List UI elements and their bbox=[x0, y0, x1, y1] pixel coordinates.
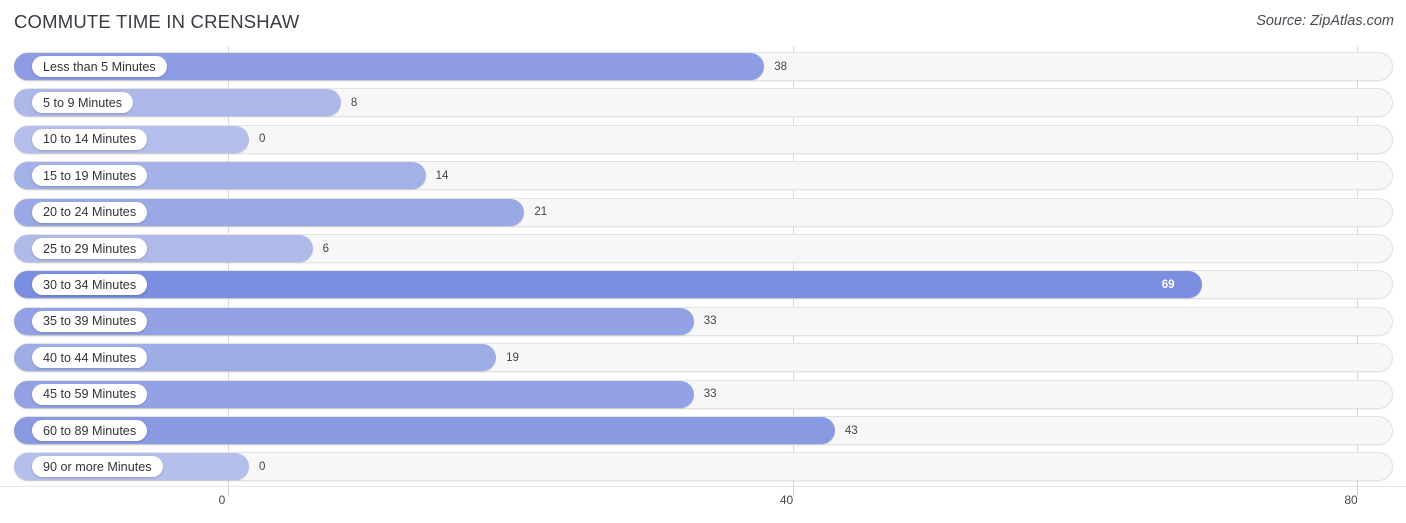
bar-category-label: 30 to 34 Minutes bbox=[32, 274, 148, 296]
bar-row[interactable]: 60 to 89 Minutes 43 bbox=[0, 416, 1406, 445]
bar-row[interactable]: 90 or more Minutes 0 bbox=[0, 452, 1406, 482]
bar-category-label: 5 to 9 Minutes bbox=[32, 92, 134, 114]
tick-mark-0 bbox=[228, 486, 229, 496]
bar-value-label: 38 bbox=[774, 60, 788, 73]
chart-header: COMMUTE TIME IN CRENSHAW Source: ZipAtla… bbox=[0, 0, 1406, 45]
bar[interactable] bbox=[14, 271, 1202, 299]
bar-category-label: 40 to 44 Minutes bbox=[32, 347, 148, 369]
bar-category-label: 20 to 24 Minutes bbox=[32, 201, 148, 223]
source-attribution: Source: ZipAtlas.com bbox=[1256, 13, 1394, 29]
bar-value-label: 21 bbox=[534, 206, 548, 219]
bar-row[interactable]: 15 to 19 Minutes 14 bbox=[0, 161, 1406, 191]
bar-row[interactable]: 10 to 14 Minutes 0 bbox=[0, 124, 1406, 154]
axis-line bbox=[0, 486, 1406, 487]
bar-value-label: 43 bbox=[844, 424, 858, 437]
bar-value-label: 14 bbox=[435, 169, 449, 182]
bar-rows: Less than 5 Minutes 38 5 to 9 Minutes 8 10 t… bbox=[0, 46, 1406, 486]
bar-value-label: 8 bbox=[350, 96, 358, 109]
bar-row[interactable]: 40 to 44 Minutes 19 bbox=[0, 343, 1406, 373]
tick-label-40: 40 bbox=[779, 493, 794, 507]
bar-category-label: 10 to 14 Minutes bbox=[32, 128, 148, 150]
bar-category-label: Less than 5 Minutes bbox=[32, 56, 167, 77]
bar-value-label: 69 bbox=[1161, 278, 1175, 291]
bar-value-label: 33 bbox=[703, 315, 717, 328]
tick-label-80: 80 bbox=[1344, 493, 1358, 507]
bar-value-label: 19 bbox=[506, 351, 519, 364]
bar-row[interactable]: Less than 5 Minutes 38 bbox=[0, 52, 1406, 81]
bar-row[interactable]: 35 to 39 Minutes 33 bbox=[0, 306, 1406, 336]
bar-value-label: 33 bbox=[703, 388, 717, 401]
bar-value-label: 0 bbox=[259, 460, 266, 473]
plot-area: Less than 5 Minutes 38 5 to 9 Minutes 8 10 t… bbox=[0, 46, 1406, 486]
tick-label-0: 0 bbox=[218, 493, 226, 507]
bar-category-label: 90 or more Minutes bbox=[32, 456, 163, 478]
bar-category-label: 60 to 89 Minutes bbox=[32, 420, 148, 441]
bar-row[interactable]: 5 to 9 Minutes 8 bbox=[0, 88, 1406, 118]
bar-value-label: 0 bbox=[259, 133, 266, 146]
bar-row[interactable]: 20 to 24 Minutes 21 bbox=[0, 197, 1406, 227]
x-axis: 0 40 80 bbox=[0, 486, 1406, 523]
bar-category-label: 25 to 29 Minutes bbox=[32, 238, 148, 259]
bar-category-label: 35 to 39 Minutes bbox=[32, 310, 148, 332]
bar-category-label: 15 to 19 Minutes bbox=[32, 165, 148, 187]
chart-root: COMMUTE TIME IN CRENSHAW Source: ZipAtla… bbox=[0, 0, 1406, 523]
bar-row[interactable]: 30 to 34 Minutes 69 bbox=[0, 270, 1406, 300]
page-title: COMMUTE TIME IN CRENSHAW bbox=[14, 11, 300, 32]
bar-value-label: 6 bbox=[322, 242, 330, 255]
bar-category-label: 45 to 59 Minutes bbox=[32, 383, 148, 405]
bar-row[interactable]: 25 to 29 Minutes 6 bbox=[0, 234, 1406, 263]
bar-row[interactable]: 45 to 59 Minutes 33 bbox=[0, 379, 1406, 409]
